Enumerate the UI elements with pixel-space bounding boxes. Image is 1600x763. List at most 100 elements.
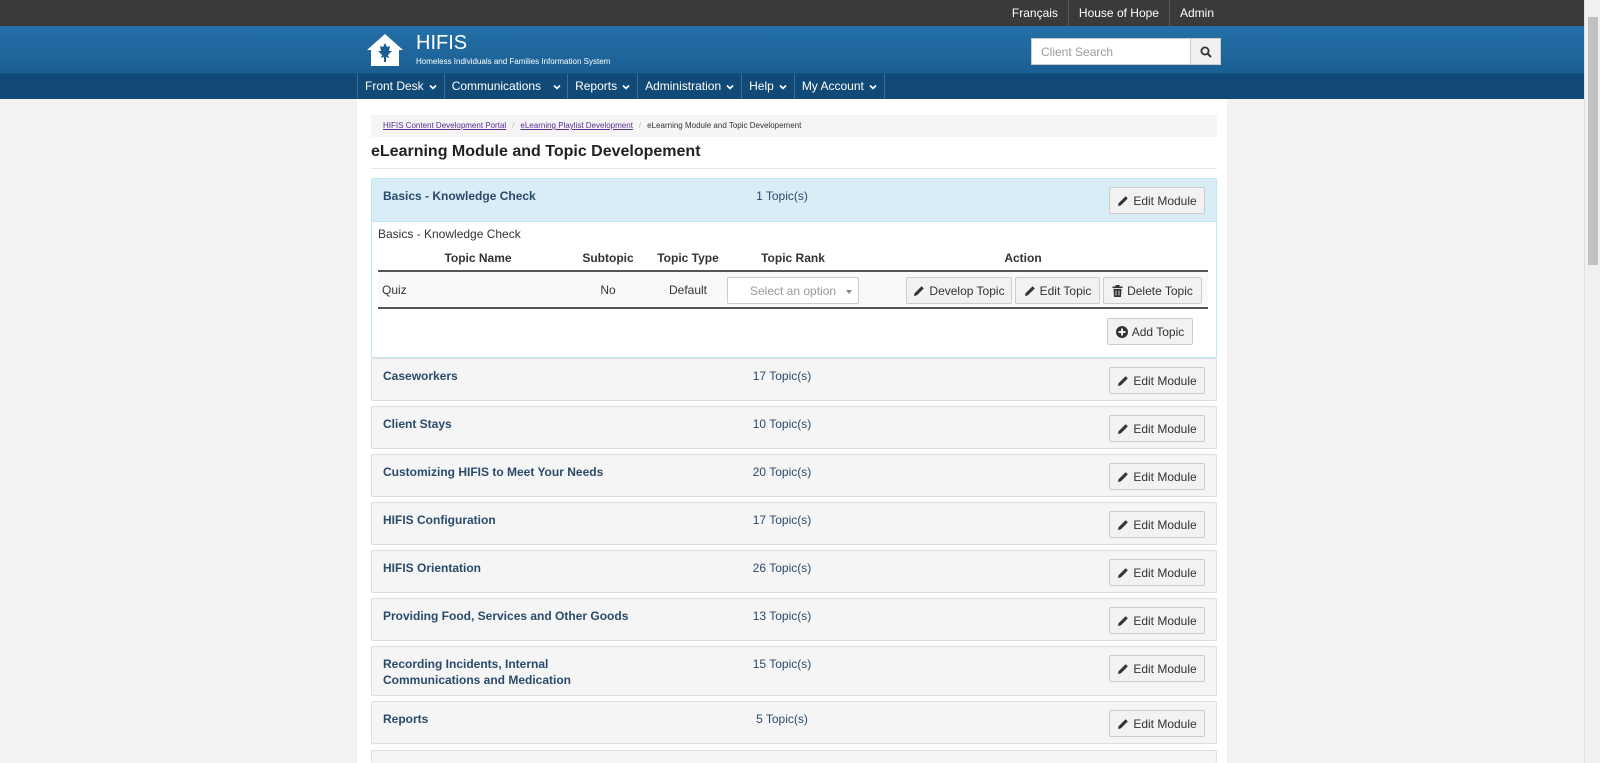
module-name[interactable]: Customizing HIFIS to Meet Your Needs	[383, 464, 643, 480]
module-name[interactable]: Caseworkers	[383, 368, 643, 384]
utility-links: Français House of Hope Admin	[1002, 0, 1224, 26]
pencil-icon	[1024, 285, 1035, 296]
button-label: Delete Topic	[1127, 283, 1193, 298]
nav-help[interactable]: Help	[742, 74, 795, 99]
pencil-icon	[1118, 519, 1129, 530]
breadcrumb-link-portal[interactable]: HIFIS Content Development Portal	[383, 115, 506, 137]
button-label: Add Topic	[1131, 324, 1185, 339]
organization-link[interactable]: House of Hope	[1067, 0, 1169, 26]
breadcrumb: HIFIS Content Development Portal / eLear…	[371, 115, 1217, 137]
language-toggle-link[interactable]: Français	[1002, 0, 1068, 26]
page-scrollbar[interactable]	[1584, 0, 1600, 763]
client-search-input[interactable]	[1031, 38, 1191, 65]
nav-administration[interactable]: Administration	[638, 74, 743, 99]
breadcrumb-current: eLearning Module and Topic Developement	[647, 121, 802, 130]
module-header[interactable]: HIFIS Orientation 26 Topic(s) Edit Modul…	[372, 551, 1216, 592]
edit-module-button[interactable]: Edit Module	[1109, 607, 1205, 634]
app-title[interactable]: HIFIS	[416, 32, 467, 54]
breadcrumb-separator: /	[512, 121, 515, 130]
module-name[interactable]: Reports	[383, 711, 643, 727]
module-header[interactable]: Basics - Knowledge Check 1 Topic(s) Edit…	[372, 179, 1216, 222]
edit-module-button[interactable]: Edit Module	[1109, 655, 1205, 682]
add-topic-button[interactable]: Add Topic	[1107, 318, 1193, 345]
column-header-subtopic: Subtopic	[582, 251, 634, 265]
edit-module-button[interactable]: Edit Module	[1109, 559, 1205, 586]
pencil-icon	[1118, 195, 1129, 206]
module-topic-count: 5 Topic(s)	[756, 712, 808, 726]
module-panel[interactable]: HIFIS Orientation 26 Topic(s) Edit Modul…	[371, 550, 1217, 593]
module-header[interactable]: Caseworkers 17 Topic(s) Edit Module	[372, 359, 1216, 400]
edit-module-button[interactable]: Edit Module	[1109, 463, 1205, 490]
module-panel[interactable]: Reports 5 Topic(s) Edit Module	[371, 701, 1217, 744]
chevron-down-icon	[553, 84, 561, 90]
column-header-topic-rank: Topic Rank	[761, 251, 825, 265]
client-search-button[interactable]	[1190, 38, 1221, 65]
app-subtitle: Homeless Individuals and Families Inform…	[416, 57, 611, 66]
table-bottom-divider	[378, 307, 1208, 309]
pencil-icon	[1118, 615, 1129, 626]
breadcrumb-link-playlist[interactable]: eLearning Playlist Development	[520, 115, 633, 137]
nav-my-account[interactable]: My Account	[795, 74, 885, 99]
house-maple-leaf-logo-icon[interactable]	[366, 33, 404, 67]
pencil-icon	[1118, 567, 1129, 578]
pencil-icon	[1118, 375, 1129, 386]
button-label: Develop Topic	[929, 283, 1005, 298]
module-header[interactable]: Client Stays 10 Topic(s) Edit Module	[372, 407, 1216, 448]
develop-topic-button[interactable]: Develop Topic	[906, 277, 1012, 304]
edit-module-button[interactable]: Edit Module	[1109, 187, 1205, 214]
module-panel[interactable]: Customizing HIFIS to Meet Your Needs 20 …	[371, 454, 1217, 497]
module-panel-partial[interactable]	[371, 750, 1217, 763]
module-panel-expanded: Basics - Knowledge Check 1 Topic(s) Edit…	[371, 178, 1217, 358]
chevron-down-icon	[779, 84, 787, 90]
topic-rank-select[interactable]: Select an option	[727, 277, 859, 304]
module-panel[interactable]: Recording Incidents, Internal Communicat…	[371, 646, 1217, 696]
plus-circle-icon	[1115, 325, 1128, 338]
module-panel[interactable]: Client Stays 10 Topic(s) Edit Module	[371, 406, 1217, 449]
search-icon	[1200, 46, 1212, 58]
edit-module-button[interactable]: Edit Module	[1109, 511, 1205, 538]
page-title: eLearning Module and Topic Developement	[371, 143, 701, 160]
select-placeholder: Select an option	[750, 283, 837, 298]
module-name[interactable]: Providing Food, Services and Other Goods	[383, 608, 643, 624]
pencil-icon	[914, 285, 925, 296]
user-menu-link[interactable]: Admin	[1168, 0, 1224, 26]
module-topic-count: 1 Topic(s)	[756, 189, 808, 203]
nav-reports[interactable]: Reports	[568, 74, 639, 99]
module-header[interactable]: Reports 5 Topic(s) Edit Module	[372, 702, 1216, 743]
edit-module-button[interactable]: Edit Module	[1109, 415, 1205, 442]
module-panel[interactable]: HIFIS Configuration 17 Topic(s) Edit Mod…	[371, 502, 1217, 545]
nav-communications[interactable]: Communications	[445, 74, 569, 99]
button-label: Edit Topic	[1039, 283, 1092, 298]
nav-label: Help	[749, 79, 774, 93]
module-name[interactable]: Basics - Knowledge Check	[383, 188, 643, 204]
chevron-down-icon	[869, 84, 877, 90]
module-header[interactable]: Customizing HIFIS to Meet Your Needs 20 …	[372, 455, 1216, 496]
title-divider	[371, 168, 1217, 169]
module-header[interactable]: Providing Food, Services and Other Goods…	[372, 599, 1216, 640]
nav-items: Front Desk Communications Reports Admini…	[357, 74, 885, 99]
edit-module-button[interactable]: Edit Module	[1109, 367, 1205, 394]
nav-label: Communications	[451, 79, 542, 93]
module-name[interactable]: HIFIS Orientation	[383, 560, 643, 576]
button-label: Edit Module	[1133, 661, 1197, 676]
scrollbar-thumb[interactable]	[1588, 17, 1598, 265]
module-panel[interactable]: Caseworkers 17 Topic(s) Edit Module	[371, 358, 1217, 401]
module-name[interactable]: Recording Incidents, Internal Communicat…	[383, 656, 583, 688]
edit-topic-button[interactable]: Edit Topic	[1015, 277, 1100, 304]
module-topic-count: 13 Topic(s)	[752, 609, 812, 623]
module-header[interactable]: HIFIS Configuration 17 Topic(s) Edit Mod…	[372, 503, 1216, 544]
nav-front-desk[interactable]: Front Desk	[358, 74, 445, 99]
chevron-down-icon	[726, 84, 734, 90]
delete-topic-button[interactable]: Delete Topic	[1103, 277, 1202, 304]
module-name[interactable]: HIFIS Configuration	[383, 512, 643, 528]
module-name[interactable]: Client Stays	[383, 416, 643, 432]
edit-module-button[interactable]: Edit Module	[1109, 710, 1205, 737]
module-panel[interactable]: Providing Food, Services and Other Goods…	[371, 598, 1217, 641]
button-label: Edit Module	[1133, 373, 1197, 388]
pencil-icon	[1118, 423, 1129, 434]
chevron-down-icon	[429, 84, 437, 90]
nav-label: Administration	[645, 79, 722, 93]
pencil-icon	[1118, 471, 1129, 482]
module-topic-count: 15 Topic(s)	[752, 657, 812, 671]
module-header[interactable]: Recording Incidents, Internal Communicat…	[372, 647, 1216, 695]
